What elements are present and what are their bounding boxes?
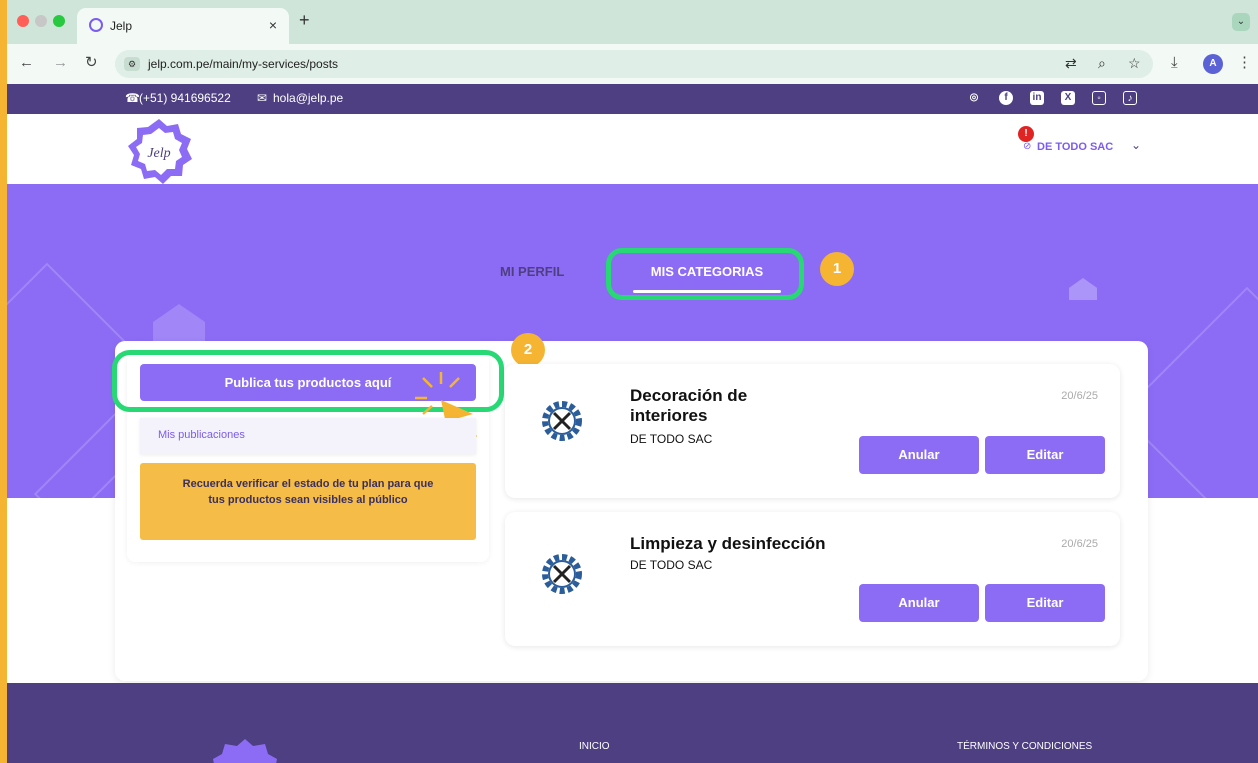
cancel-button[interactable]: Anular: [859, 584, 979, 622]
browser-tab[interactable]: Jelp ×: [77, 8, 289, 44]
chevron-down-icon[interactable]: ⌄: [1131, 138, 1141, 152]
forward-icon[interactable]: →: [53, 54, 68, 72]
profile-avatar[interactable]: A: [1203, 54, 1223, 74]
phone-icon: ☎: [125, 91, 140, 105]
minimize-window-button[interactable]: [35, 15, 47, 27]
url-text[interactable]: jelp.com.pe/main/my-services/posts: [148, 57, 338, 71]
tab-search-icon[interactable]: ⌄: [1232, 13, 1250, 31]
site-header: Jelp ! ⊘ DE TODO SAC ⌄: [7, 114, 1258, 184]
service-title: Decoración de interiores: [630, 386, 748, 425]
zoom-icon[interactable]: ⌕: [1098, 55, 1106, 72]
instagram-icon[interactable]: ◦: [1092, 91, 1106, 105]
site-settings-icon[interactable]: ⚙: [124, 57, 140, 71]
decorative-shape: [153, 304, 205, 344]
close-window-button[interactable]: [17, 15, 29, 27]
service-date: 20/6/25: [1061, 390, 1098, 402]
menu-icon[interactable]: ⋮: [1237, 54, 1252, 72]
linkedin-icon[interactable]: in: [1030, 91, 1044, 105]
notification-alert-icon[interactable]: !: [1018, 126, 1034, 142]
step-badge-2: 2: [511, 333, 545, 367]
service-title: Limpieza y desinfección: [630, 534, 826, 553]
step-badge-1: 1: [820, 252, 854, 286]
service-company: DE TODO SAC: [630, 558, 713, 572]
tiktok-icon[interactable]: ♪: [1123, 91, 1137, 105]
service-date: 20/6/25: [1061, 538, 1098, 550]
service-card: Decoración de interiores DE TODO SAC 20/…: [505, 364, 1120, 498]
tab-title: Jelp: [110, 19, 133, 33]
whatsapp-icon[interactable]: ◎: [967, 91, 981, 105]
footer-link-terms[interactable]: TÉRMINOS Y CONDICIONES: [957, 741, 1092, 752]
service-company: DE TODO SAC: [630, 432, 713, 446]
site-footer: INICIO TÉRMINOS Y CONDICIONES: [7, 683, 1258, 763]
my-posts-label: Mis publicaciones: [158, 429, 245, 441]
tools-gear-icon: [542, 554, 582, 594]
plan-status-notice: Recuerda verificar el estado de tu plan …: [140, 463, 476, 540]
edit-button[interactable]: Editar: [985, 584, 1105, 622]
email-address[interactable]: hola@jelp.pe: [273, 91, 343, 105]
x-icon[interactable]: X: [1061, 91, 1075, 105]
contact-strip: ☎ (+51) 941696522 ✉ hola@jelp.pe ◎ f in …: [7, 84, 1258, 114]
jelp-logo[interactable]: Jelp: [125, 118, 193, 184]
tab-mi-perfil[interactable]: MI PERFIL: [500, 264, 564, 279]
email-icon: ✉: [257, 91, 268, 105]
screenshot-frame: Jelp × + ⌄ ← → ↻ ⚙ jelp.com.pe/main/my-s…: [7, 0, 1258, 763]
decorative-shape: [1069, 278, 1097, 300]
back-icon[interactable]: ←: [19, 54, 34, 72]
facebook-icon[interactable]: f: [999, 91, 1013, 105]
maximize-window-button[interactable]: [53, 15, 65, 27]
new-tab-button[interactable]: +: [299, 11, 310, 29]
jelp-favicon-icon: [89, 18, 103, 32]
service-card: Limpieza y desinfección DE TODO SAC 20/6…: [505, 512, 1120, 646]
cancel-button[interactable]: Anular: [859, 436, 979, 474]
edit-button[interactable]: Editar: [985, 436, 1105, 474]
logo-text: Jelp: [147, 146, 170, 161]
browser-tab-bar: Jelp × + ⌄: [7, 0, 1258, 44]
star-icon[interactable]: ☆: [1128, 55, 1141, 72]
reload-icon[interactable]: ↻: [85, 54, 98, 72]
tab-close-button[interactable]: ×: [269, 17, 277, 33]
footer-link-home[interactable]: INICIO: [579, 741, 610, 752]
highlight-outline-tab: [606, 248, 804, 300]
phone-number[interactable]: (+51) 941696522: [139, 91, 231, 105]
my-posts-link[interactable]: Mis publicaciones: [140, 418, 476, 454]
address-bar[interactable]: ⚙ jelp.com.pe/main/my-services/posts ⇄ ⌕…: [115, 50, 1153, 78]
download-icon[interactable]: ⤓: [1171, 54, 1178, 72]
verified-icon: ⊘: [1023, 141, 1032, 152]
company-menu[interactable]: DE TODO SAC: [1037, 141, 1113, 153]
browser-toolbar: ← → ↻ ⚙ jelp.com.pe/main/my-services/pos…: [7, 44, 1258, 84]
tools-gear-icon: [542, 401, 582, 441]
translate-icon[interactable]: ⇄: [1065, 55, 1077, 72]
footer-logo: [213, 739, 277, 763]
